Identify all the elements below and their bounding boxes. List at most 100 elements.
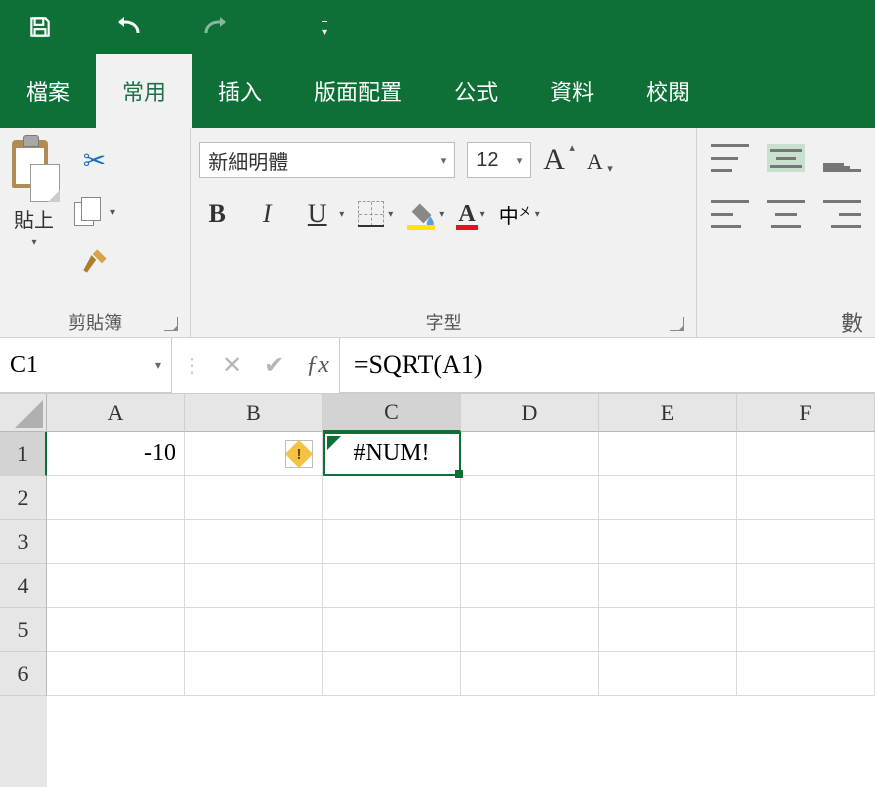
cell-D2[interactable] — [461, 476, 599, 520]
cell-C3[interactable] — [323, 520, 461, 564]
fill-icon — [407, 200, 435, 228]
tab-layout[interactable]: 版面配置 — [288, 54, 428, 128]
dialog-launcher[interactable] — [164, 317, 178, 331]
formula-input[interactable]: =SQRT(A1) — [339, 338, 875, 393]
row-header[interactable]: 4 — [0, 564, 47, 608]
cell-F3[interactable] — [737, 520, 875, 564]
insert-function-button[interactable]: ƒx — [306, 352, 329, 379]
cell-D1[interactable] — [461, 432, 599, 476]
dialog-launcher[interactable] — [670, 317, 684, 331]
align-middle-button[interactable] — [767, 144, 805, 172]
chevron-down-icon: ▾ — [155, 358, 161, 373]
undo-button[interactable] — [110, 9, 146, 45]
font-size-combo[interactable]: 12 ▾ — [467, 142, 531, 178]
column-header[interactable]: C — [323, 394, 461, 432]
decrease-font-size-button[interactable]: A — [587, 149, 603, 175]
paste-icon — [8, 140, 60, 202]
italic-button[interactable]: I — [249, 196, 285, 232]
font-color-split-button[interactable]: A ▾ — [458, 201, 484, 228]
borders-split-button[interactable]: ▾ — [358, 201, 393, 227]
cell-A6[interactable] — [47, 652, 185, 696]
font-name-combo[interactable]: 新細明體 ▾ — [199, 142, 455, 178]
error-smart-tag[interactable]: ! — [285, 440, 313, 468]
column-header[interactable]: E — [599, 394, 737, 432]
cancel-formula-button[interactable]: ✕ — [222, 351, 242, 380]
column-header[interactable]: D — [461, 394, 599, 432]
cell-A3[interactable] — [47, 520, 185, 564]
cell-B6[interactable] — [185, 652, 323, 696]
align-top-button[interactable] — [711, 144, 749, 172]
cell-B3[interactable] — [185, 520, 323, 564]
ribbon-group-clipboard: 貼上 ▾ ✂ ▾ 剪貼簿 — [0, 128, 191, 337]
chevron-down-icon: ▾ — [441, 154, 447, 167]
tab-data[interactable]: 資料 — [524, 54, 620, 128]
row-header[interactable]: 1 — [0, 432, 47, 476]
save-button[interactable] — [22, 9, 58, 45]
column-header[interactable]: B — [185, 394, 323, 432]
cut-button[interactable]: ✂ — [83, 144, 106, 177]
cell-A4[interactable] — [47, 564, 185, 608]
format-painter-button[interactable] — [81, 247, 109, 282]
ribbon-tabs: 檔案 常用 插入 版面配置 公式 資料 校閱 — [0, 54, 875, 128]
fill-color-split-button[interactable]: ▾ — [407, 200, 444, 228]
cell-E6[interactable] — [599, 652, 737, 696]
cell-A2[interactable] — [47, 476, 185, 520]
redo-button[interactable] — [198, 9, 234, 45]
cell-B2[interactable] — [185, 476, 323, 520]
paste-split-button[interactable]: 貼上 ▾ — [8, 134, 60, 248]
align-right-button[interactable] — [823, 200, 861, 228]
cell-E2[interactable] — [599, 476, 737, 520]
align-left-button[interactable] — [711, 200, 749, 228]
cell-C5[interactable] — [323, 608, 461, 652]
tab-home[interactable]: 常用 — [96, 54, 192, 128]
tab-formulas[interactable]: 公式 — [428, 54, 524, 128]
cell-B5[interactable] — [185, 608, 323, 652]
cell-E4[interactable] — [599, 564, 737, 608]
underline-split-button[interactable]: U▾ — [299, 196, 344, 232]
column-header[interactable]: A — [47, 394, 185, 432]
phonetic-guide-split-button[interactable]: 中メ ▾ — [499, 200, 540, 229]
cell-E3[interactable] — [599, 520, 737, 564]
cell-F5[interactable] — [737, 608, 875, 652]
select-all-corner[interactable] — [0, 394, 47, 432]
cell-F2[interactable] — [737, 476, 875, 520]
cell-F1[interactable] — [737, 432, 875, 476]
bold-button[interactable]: B — [199, 196, 235, 232]
tab-file[interactable]: 檔案 — [0, 54, 96, 128]
name-box[interactable]: C1 ▾ — [0, 338, 172, 393]
cell-A5[interactable] — [47, 608, 185, 652]
row-header[interactable]: 6 — [0, 652, 47, 696]
cell-C2[interactable] — [323, 476, 461, 520]
cell-C4[interactable] — [323, 564, 461, 608]
copy-icon — [74, 197, 104, 227]
cell-A1[interactable]: -10 — [47, 432, 185, 476]
column-header[interactable]: F — [737, 394, 875, 432]
align-bottom-button[interactable] — [823, 144, 861, 172]
cell-D5[interactable] — [461, 608, 599, 652]
chevron-down-icon: ▾ — [480, 209, 485, 220]
row-header[interactable]: 2 — [0, 476, 47, 520]
customize-qat-button[interactable]: ⎯▾ — [322, 16, 327, 38]
cell-C6[interactable] — [323, 652, 461, 696]
cell-D6[interactable] — [461, 652, 599, 696]
tab-review[interactable]: 校閱 — [620, 54, 716, 128]
cell-C1[interactable]: #NUM! — [323, 432, 461, 476]
cell-F6[interactable] — [737, 652, 875, 696]
cell-F4[interactable] — [737, 564, 875, 608]
cell-D3[interactable] — [461, 520, 599, 564]
formula-value: =SQRT(A1) — [354, 350, 483, 380]
enter-formula-button[interactable]: ✔ — [264, 351, 284, 380]
increase-font-size-button[interactable]: A — [543, 143, 565, 177]
cell-E5[interactable] — [599, 608, 737, 652]
row-header[interactable]: 3 — [0, 520, 47, 564]
cell-B4[interactable] — [185, 564, 323, 608]
chevron-down-icon: ▾ — [439, 209, 444, 220]
row-header[interactable]: 5 — [0, 608, 47, 652]
copy-split-button[interactable]: ▾ — [74, 197, 115, 227]
separator: ⋮ — [172, 353, 212, 378]
cell-E1[interactable] — [599, 432, 737, 476]
cell-D4[interactable] — [461, 564, 599, 608]
align-center-button[interactable] — [767, 200, 805, 228]
tab-insert[interactable]: 插入 — [192, 54, 288, 128]
ribbon: 貼上 ▾ ✂ ▾ 剪貼簿 新細明體 — [0, 128, 875, 338]
